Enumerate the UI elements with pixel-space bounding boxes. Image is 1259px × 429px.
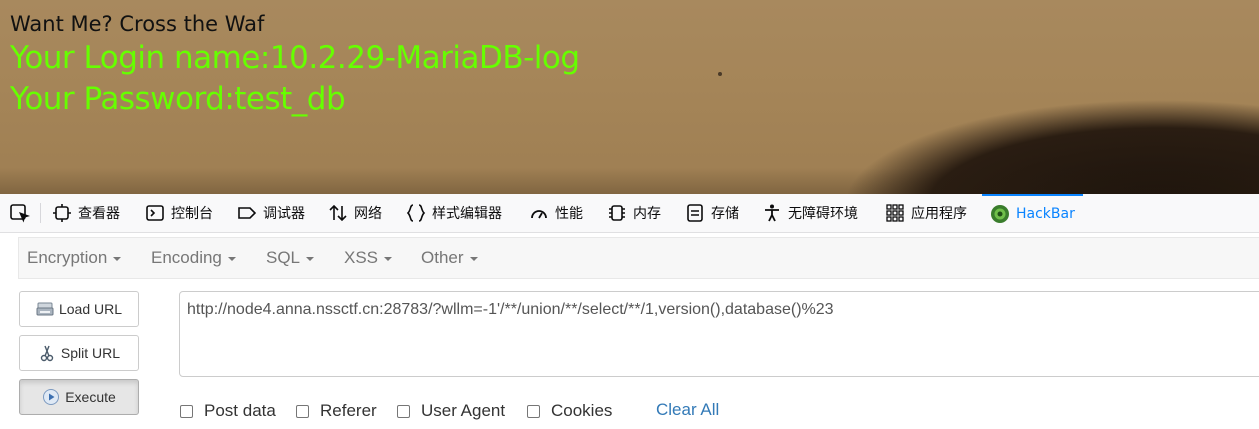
user-agent-option[interactable]: User Agent [397, 400, 505, 422]
storage-icon [687, 204, 703, 222]
cookies-checkbox[interactable] [527, 404, 540, 418]
page-background: Want Me? Cross the Waf Your Login name:1… [0, 0, 1259, 194]
performance-icon [531, 210, 547, 219]
tabbar-separator [40, 203, 41, 223]
user-agent-checkbox[interactable] [397, 404, 410, 418]
tab-performance-label: 性能 [555, 206, 583, 222]
menu-other-label: Other [421, 248, 464, 267]
application-icon [886, 204, 904, 222]
caret-down-icon [113, 256, 122, 261]
post-data-label: Post data [204, 401, 276, 420]
accessibility-icon [765, 204, 779, 222]
tab-hackbar-label: HackBar [1016, 206, 1075, 222]
referer-checkbox[interactable] [296, 404, 309, 418]
execute-label: Execute [65, 389, 116, 405]
tab-network-label: 网络 [354, 206, 382, 222]
caret-down-icon [306, 256, 315, 261]
execute-button[interactable]: Execute [19, 379, 139, 415]
cookies-label: Cookies [551, 401, 613, 420]
referer-option[interactable]: Referer [296, 400, 377, 422]
tab-accessibility[interactable]: 无障碍环境 [762, 194, 858, 232]
tab-accessibility-label: 无障碍环境 [788, 206, 858, 222]
network-icon [329, 204, 347, 222]
menu-sql-label: SQL [266, 248, 301, 267]
style-editor-icon [406, 204, 426, 222]
inspector-icon [53, 204, 71, 222]
password-text: Your Password:test_db [10, 81, 346, 117]
tab-inspector[interactable]: 查看器 [52, 194, 120, 232]
memory-icon [609, 205, 625, 221]
element-picker-icon[interactable] [10, 204, 32, 224]
scissors-icon [40, 345, 54, 362]
tab-memory[interactable]: 内存 [607, 194, 661, 232]
menu-xss[interactable]: XSS [344, 238, 393, 278]
console-icon [146, 205, 164, 221]
load-url-button[interactable]: Load URL [19, 291, 139, 327]
post-data-checkbox[interactable] [180, 404, 193, 418]
load-url-icon [36, 302, 54, 316]
menu-other[interactable]: Other [421, 238, 478, 278]
menu-xss-label: XSS [344, 248, 379, 267]
tab-console[interactable]: 控制台 [145, 194, 213, 232]
caret-down-icon [227, 256, 236, 261]
post-data-option[interactable]: Post data [180, 400, 276, 422]
menu-encoding[interactable]: Encoding [151, 238, 236, 278]
tab-inspector-label: 查看器 [78, 206, 120, 222]
tab-debugger-label: 调试器 [263, 206, 305, 222]
tab-console-label: 控制台 [171, 206, 213, 222]
tab-application[interactable]: 应用程序 [885, 194, 967, 232]
load-url-label: Load URL [58, 301, 123, 317]
tab-application-label: 应用程序 [911, 206, 967, 222]
tab-storage[interactable]: 存储 [685, 194, 739, 232]
user-agent-label: User Agent [421, 401, 506, 420]
tab-style-editor[interactable]: 样式编辑器 [406, 194, 502, 232]
tab-memory-label: 内存 [633, 206, 661, 222]
background-band [0, 168, 1259, 194]
menu-encryption-label: Encryption [27, 248, 108, 267]
url-textarea[interactable]: http://node4.anna.nssctf.cn:28783/?wllm=… [179, 291, 1259, 377]
tab-storage-label: 存储 [711, 206, 739, 222]
tab-performance[interactable]: 性能 [529, 194, 583, 232]
clear-all-link[interactable]: Clear All [656, 400, 719, 420]
tab-network[interactable]: 网络 [328, 194, 382, 232]
menu-sql[interactable]: SQL [266, 238, 315, 278]
referer-label: Referer [320, 401, 377, 420]
caret-down-icon [384, 256, 393, 261]
devtools-tabbar: 查看器 控制台 调试器 网络 样式编辑器 性能 内存 存储 无障碍环境 应用程序… [0, 194, 1259, 233]
split-url-label: Split URL [60, 345, 121, 361]
debugger-icon [238, 207, 257, 219]
devtools-panel: 查看器 控制台 调试器 网络 样式编辑器 性能 内存 存储 无障碍环境 应用程序… [0, 194, 1259, 429]
hackbar-menu: Encryption Encoding SQL XSS Other [18, 237, 1259, 279]
play-icon [43, 389, 60, 405]
url-text: http://node4.anna.nssctf.cn:28783/?wllm=… [187, 301, 834, 318]
caret-down-icon [469, 256, 478, 261]
background-speck [718, 72, 722, 76]
menu-encoding-label: Encoding [151, 248, 222, 267]
tab-hackbar[interactable]: HackBar [982, 194, 1083, 232]
waf-heading: Want Me? Cross the Waf [10, 12, 265, 36]
tab-debugger[interactable]: 调试器 [237, 194, 305, 232]
split-url-button[interactable]: Split URL [19, 335, 139, 371]
menu-encryption[interactable]: Encryption [27, 238, 122, 278]
login-name-text: Your Login name:10.2.29-MariaDB-log [10, 40, 580, 76]
cookies-option[interactable]: Cookies [527, 400, 612, 422]
tab-style-editor-label: 样式编辑器 [432, 206, 502, 222]
hackbar-icon [991, 205, 1009, 223]
